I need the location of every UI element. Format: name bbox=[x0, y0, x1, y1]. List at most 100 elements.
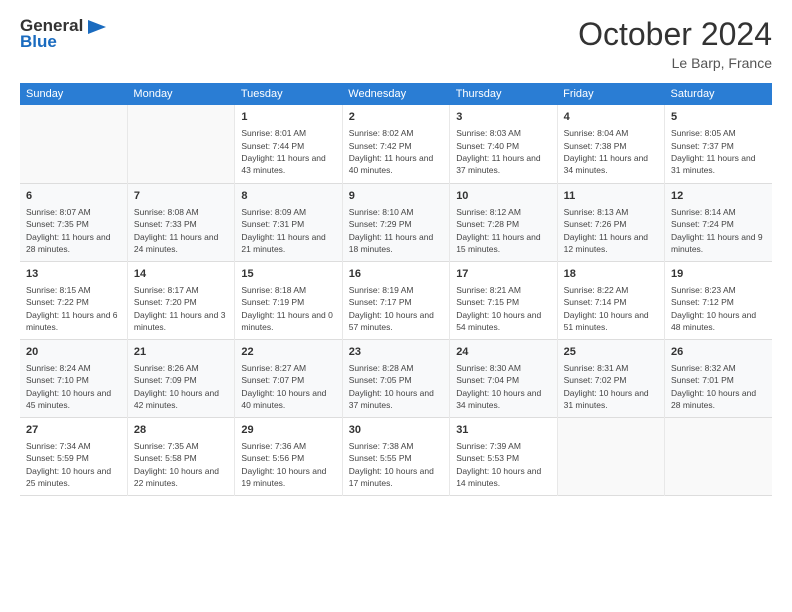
calendar-cell: 15 Sunrise: 8:18 AMSunset: 7:19 PMDayligh… bbox=[235, 261, 342, 339]
calendar-cell: 21Sunrise: 8:26 AMSunset: 7:09 PMDayligh… bbox=[127, 339, 234, 417]
calendar-cell bbox=[127, 105, 234, 183]
day-info: Sunrise: 8:30 AMSunset: 7:04 PMDaylight:… bbox=[456, 362, 550, 411]
day-info: Sunrise: 8:01 AMSunset: 7:44 PMDaylight:… bbox=[241, 127, 335, 176]
day-number: 22 bbox=[241, 345, 335, 360]
day-info: Sunrise: 8:19 AMSunset: 7:17 PMDaylight:… bbox=[349, 284, 443, 333]
day-info: Sunrise: 8:17 AMSunset: 7:20 PMDaylight:… bbox=[134, 284, 228, 333]
col-tuesday: Tuesday bbox=[235, 83, 342, 105]
day-number: 6 bbox=[26, 189, 121, 204]
day-number: 21 bbox=[134, 345, 228, 360]
day-info: Sunrise: 8:14 AMSunset: 7:24 PMDaylight:… bbox=[671, 206, 766, 255]
day-number: 20 bbox=[26, 345, 121, 360]
calendar-cell bbox=[557, 417, 664, 495]
calendar-cell: 16 Sunrise: 8:19 AMSunset: 7:17 PMDayligh… bbox=[342, 261, 449, 339]
day-number: 1 bbox=[241, 110, 335, 125]
day-info: Sunrise: 8:12 AMSunset: 7:28 PMDaylight:… bbox=[456, 206, 550, 255]
day-number: 17 bbox=[456, 267, 550, 282]
calendar-cell: 18 Sunrise: 8:22 AMSunset: 7:14 PMDayligh… bbox=[557, 261, 664, 339]
day-info: Sunrise: 8:08 AMSunset: 7:33 PMDaylight:… bbox=[134, 206, 228, 255]
calendar-cell: 23Sunrise: 8:28 AMSunset: 7:05 PMDayligh… bbox=[342, 339, 449, 417]
day-info: Sunrise: 8:28 AMSunset: 7:05 PMDaylight:… bbox=[349, 362, 443, 411]
calendar-cell: 13 Sunrise: 8:15 AMSunset: 7:22 PMDayligh… bbox=[20, 261, 127, 339]
day-info: Sunrise: 8:23 AMSunset: 7:12 PMDaylight:… bbox=[671, 284, 766, 333]
day-number: 30 bbox=[349, 423, 443, 438]
day-info: Sunrise: 8:18 AMSunset: 7:19 PMDaylight:… bbox=[241, 284, 335, 333]
calendar-cell: 5Sunrise: 8:05 AMSunset: 7:37 PMDaylight… bbox=[665, 105, 772, 183]
day-info: Sunrise: 8:02 AMSunset: 7:42 PMDaylight:… bbox=[349, 127, 443, 176]
calendar-cell bbox=[665, 417, 772, 495]
day-info: Sunrise: 8:13 AMSunset: 7:26 PMDaylight:… bbox=[564, 206, 658, 255]
calendar-row: 13 Sunrise: 8:15 AMSunset: 7:22 PMDayligh… bbox=[20, 261, 772, 339]
day-number: 8 bbox=[241, 189, 335, 204]
calendar-table: Sunday Monday Tuesday Wednesday Thursday… bbox=[20, 83, 772, 496]
day-number: 18 bbox=[564, 267, 658, 282]
col-saturday: Saturday bbox=[665, 83, 772, 105]
calendar-cell: 8 Sunrise: 8:09 AMSunset: 7:31 PMDaylight… bbox=[235, 183, 342, 261]
day-number: 27 bbox=[26, 423, 121, 438]
logo-blue-text: Blue bbox=[20, 32, 57, 52]
day-info: Sunrise: 8:09 AMSunset: 7:31 PMDaylight:… bbox=[241, 206, 335, 255]
day-number: 15 bbox=[241, 267, 335, 282]
day-info: Sunrise: 7:38 AMSunset: 5:55 PMDaylight:… bbox=[349, 440, 443, 489]
day-number: 16 bbox=[349, 267, 443, 282]
calendar-cell: 6Sunrise: 8:07 AMSunset: 7:35 PMDaylight… bbox=[20, 183, 127, 261]
day-number: 2 bbox=[349, 110, 443, 125]
calendar-cell: 20 Sunrise: 8:24 AMSunset: 7:10 PMDayligh… bbox=[20, 339, 127, 417]
day-number: 3 bbox=[456, 110, 550, 125]
page: General Blue October 2024 Le Barp, Franc… bbox=[0, 0, 792, 612]
day-info: Sunrise: 8:22 AMSunset: 7:14 PMDaylight:… bbox=[564, 284, 658, 333]
logo-flag-icon bbox=[86, 18, 108, 36]
day-number: 7 bbox=[134, 189, 228, 204]
calendar-cell: 19 Sunrise: 8:23 AMSunset: 7:12 PMDayligh… bbox=[665, 261, 772, 339]
col-wednesday: Wednesday bbox=[342, 83, 449, 105]
day-number: 10 bbox=[456, 189, 550, 204]
day-number: 26 bbox=[671, 345, 766, 360]
day-number: 28 bbox=[134, 423, 228, 438]
calendar-cell: 22 Sunrise: 8:27 AMSunset: 7:07 PMDayligh… bbox=[235, 339, 342, 417]
location: Le Barp, France bbox=[578, 55, 772, 71]
day-info: Sunrise: 8:15 AMSunset: 7:22 PMDaylight:… bbox=[26, 284, 121, 333]
calendar-cell: 4 Sunrise: 8:04 AMSunset: 7:38 PMDaylight… bbox=[557, 105, 664, 183]
day-number: 4 bbox=[564, 110, 658, 125]
day-number: 14 bbox=[134, 267, 228, 282]
calendar-cell: 29 Sunrise: 7:36 AMSunset: 5:56 PMDayligh… bbox=[235, 417, 342, 495]
day-info: Sunrise: 7:39 AMSunset: 5:53 PMDaylight:… bbox=[456, 440, 550, 489]
day-info: Sunrise: 8:31 AMSunset: 7:02 PMDaylight:… bbox=[564, 362, 658, 411]
day-info: Sunrise: 8:21 AMSunset: 7:15 PMDaylight:… bbox=[456, 284, 550, 333]
day-info: Sunrise: 8:24 AMSunset: 7:10 PMDaylight:… bbox=[26, 362, 121, 411]
day-number: 24 bbox=[456, 345, 550, 360]
day-number: 19 bbox=[671, 267, 766, 282]
calendar-cell: 14 Sunrise: 8:17 AMSunset: 7:20 PMDayligh… bbox=[127, 261, 234, 339]
calendar-row: 27Sunrise: 7:34 AMSunset: 5:59 PMDayligh… bbox=[20, 417, 772, 495]
day-info: Sunrise: 8:27 AMSunset: 7:07 PMDaylight:… bbox=[241, 362, 335, 411]
calendar-cell: 7 Sunrise: 8:08 AMSunset: 7:33 PMDaylight… bbox=[127, 183, 234, 261]
calendar-cell: 31 Sunrise: 7:39 AMSunset: 5:53 PMDayligh… bbox=[450, 417, 557, 495]
col-friday: Friday bbox=[557, 83, 664, 105]
day-number: 11 bbox=[564, 189, 658, 204]
day-info: Sunrise: 8:04 AMSunset: 7:38 PMDaylight:… bbox=[564, 127, 658, 176]
col-monday: Monday bbox=[127, 83, 234, 105]
calendar-cell: 9Sunrise: 8:10 AMSunset: 7:29 PMDaylight… bbox=[342, 183, 449, 261]
calendar-cell: 12 Sunrise: 8:14 AMSunset: 7:24 PMDayligh… bbox=[665, 183, 772, 261]
calendar-row: 6Sunrise: 8:07 AMSunset: 7:35 PMDaylight… bbox=[20, 183, 772, 261]
title-section: October 2024 Le Barp, France bbox=[578, 16, 772, 71]
day-info: Sunrise: 7:36 AMSunset: 5:56 PMDaylight:… bbox=[241, 440, 335, 489]
calendar-cell: 17 Sunrise: 8:21 AMSunset: 7:15 PMDayligh… bbox=[450, 261, 557, 339]
day-info: Sunrise: 8:10 AMSunset: 7:29 PMDaylight:… bbox=[349, 206, 443, 255]
calendar-cell: 26Sunrise: 8:32 AMSunset: 7:01 PMDayligh… bbox=[665, 339, 772, 417]
calendar-row: 1 Sunrise: 8:01 AMSunset: 7:44 PMDaylight… bbox=[20, 105, 772, 183]
calendar-cell bbox=[20, 105, 127, 183]
calendar-cell: 10 Sunrise: 8:12 AMSunset: 7:28 PMDayligh… bbox=[450, 183, 557, 261]
day-number: 13 bbox=[26, 267, 121, 282]
day-number: 5 bbox=[671, 110, 766, 125]
day-number: 29 bbox=[241, 423, 335, 438]
calendar-body: 1 Sunrise: 8:01 AMSunset: 7:44 PMDaylight… bbox=[20, 105, 772, 495]
col-thursday: Thursday bbox=[450, 83, 557, 105]
calendar-cell: 27Sunrise: 7:34 AMSunset: 5:59 PMDayligh… bbox=[20, 417, 127, 495]
header: General Blue October 2024 Le Barp, Franc… bbox=[20, 16, 772, 71]
day-number: 31 bbox=[456, 423, 550, 438]
calendar-cell: 25Sunrise: 8:31 AMSunset: 7:02 PMDayligh… bbox=[557, 339, 664, 417]
logo: General Blue bbox=[20, 16, 108, 52]
day-number: 12 bbox=[671, 189, 766, 204]
day-info: Sunrise: 7:35 AMSunset: 5:58 PMDaylight:… bbox=[134, 440, 228, 489]
